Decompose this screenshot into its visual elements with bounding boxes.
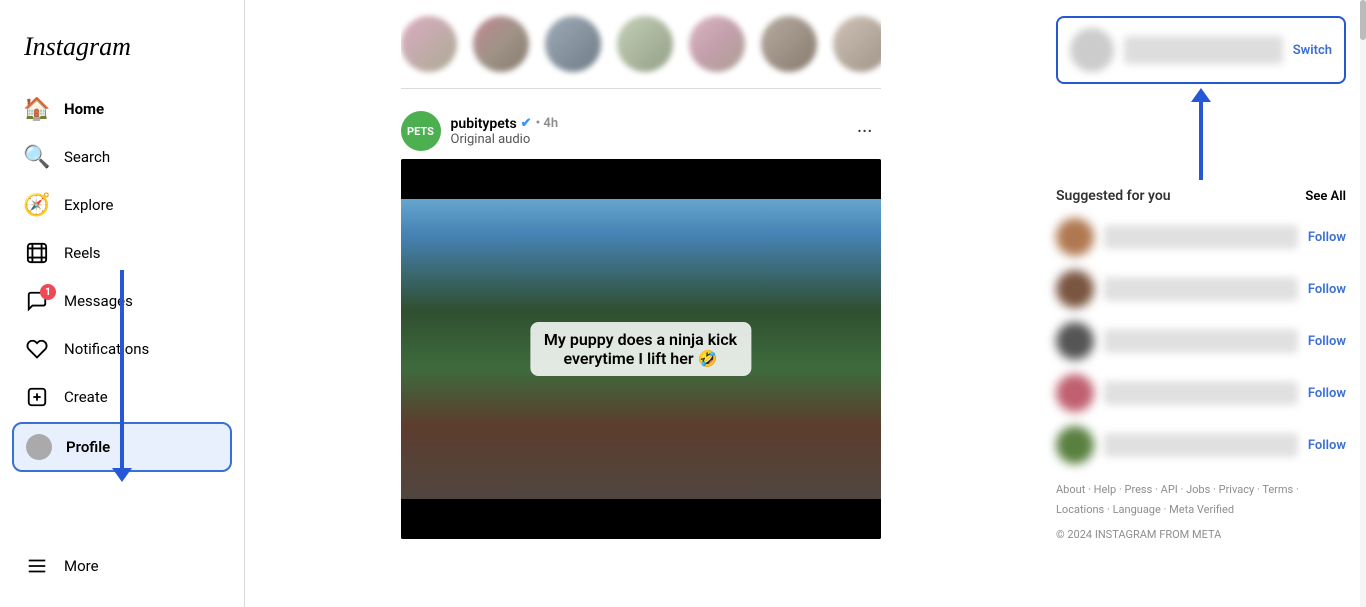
story-bubble[interactable] [617,16,673,72]
footer-link[interactable]: About [1056,483,1085,496]
sidebar-item-home-label: Home [64,100,104,118]
footer-copyright: © 2024 INSTAGRAM FROM META [1056,528,1346,541]
suggested-item: Follow [1056,374,1346,412]
story-bubble[interactable] [761,16,817,72]
sidebar-item-search-label: Search [64,148,110,166]
follow-button[interactable]: Follow [1308,438,1346,453]
main-feed: PETS pubitypets ✔ • 4h Original audio ··… [245,0,1036,607]
current-user-avatar [1070,28,1114,72]
post-subtitle: Original audio [451,132,559,147]
story-bubble[interactable] [401,16,457,72]
footer-link[interactable]: Locations [1056,503,1104,516]
sidebar-item-home[interactable]: 🏠 Home [12,86,232,132]
footer-link[interactable]: Terms [1262,483,1293,496]
switch-button[interactable]: Switch [1293,43,1332,58]
post-avatar: PETS [401,111,441,151]
story-bubble[interactable] [545,16,601,72]
suggested-item: Follow [1056,270,1346,308]
messages-badge: 1 [40,284,56,300]
follow-button[interactable]: Follow [1308,282,1346,297]
current-user-info [1124,36,1283,64]
suggested-avatar [1056,270,1094,308]
footer-link[interactable]: API [1161,483,1178,496]
avatar [26,434,52,460]
sidebar-item-more[interactable]: More [12,543,232,589]
suggested-title: Suggested for you [1056,188,1171,204]
suggested-user-info [1104,329,1298,353]
suggested-item: Follow [1056,426,1346,464]
suggested-avatar [1056,374,1094,412]
sidebar-item-more-label: More [64,557,99,575]
post: PETS pubitypets ✔ • 4h Original audio ··… [401,101,881,539]
footer-link[interactable]: Help [1094,483,1117,496]
see-all-button[interactable]: See All [1305,189,1346,204]
right-panel: Switch Suggested for you See All Follow … [1036,0,1366,607]
follow-button[interactable]: Follow [1308,334,1346,349]
suggested-user-info [1104,225,1298,249]
notifications-icon [24,336,50,362]
sidebar: Instagram 🏠 Home 🔍 Search 🧭 Explore Reel… [0,0,245,607]
scrollbar-thumb[interactable] [1360,0,1366,40]
sidebar-item-explore-label: Explore [64,196,114,214]
annotation-arrow-up [1056,100,1346,180]
post-header-left: PETS pubitypets ✔ • 4h Original audio [401,111,559,151]
current-user-row: Switch [1056,16,1346,84]
home-icon: 🏠 [24,96,50,122]
post-header: PETS pubitypets ✔ • 4h Original audio ··… [401,101,881,159]
footer-link[interactable]: Privacy [1219,483,1255,496]
suggested-user-info [1104,433,1298,457]
suggested-header: Suggested for you See All [1056,188,1346,204]
suggested-item: Follow [1056,322,1346,360]
scrollbar-track[interactable] [1360,0,1366,607]
footer-link[interactable]: Language [1113,503,1161,516]
sidebar-item-explore[interactable]: 🧭 Explore [12,182,232,228]
suggested-avatar [1056,218,1094,256]
more-icon [24,553,50,579]
story-bubble[interactable] [689,16,745,72]
post-time: • 4h [536,116,559,131]
verified-icon: ✔ [521,116,532,131]
annotation-arrow-up-line [1199,100,1203,180]
search-icon: 🔍 [24,144,50,170]
follow-button[interactable]: Follow [1308,386,1346,401]
suggested-item: Follow [1056,218,1346,256]
sidebar-item-profile-label: Profile [66,438,110,456]
footer-links: About · Help · Press · API · Jobs · Priv… [1056,480,1346,520]
follow-button[interactable]: Follow [1308,230,1346,245]
post-options-button[interactable]: ··· [849,115,881,147]
post-overlay-text: My puppy does a ninja kickeverytime I li… [530,322,751,376]
post-image[interactable]: My puppy does a ninja kickeverytime I li… [401,159,881,539]
suggested-avatar [1056,426,1094,464]
footer-link[interactable]: Jobs [1186,483,1210,496]
post-user-info: pubitypets ✔ • 4h Original audio [451,116,559,147]
explore-icon: 🧭 [24,192,50,218]
post-username: pubitypets ✔ • 4h [451,116,559,132]
suggested-user-info [1104,381,1298,405]
suggested-avatar [1056,322,1094,360]
reels-icon [24,240,50,266]
stories-bar [401,0,881,89]
create-icon [24,384,50,410]
suggested-user-info [1104,277,1298,301]
instagram-logo[interactable]: Instagram [12,16,232,86]
sidebar-item-create-label: Create [64,388,108,406]
footer-link[interactable]: Meta Verified [1169,503,1234,516]
story-bubble[interactable] [833,16,881,72]
annotation-arrow-down [120,270,124,470]
sidebar-item-search[interactable]: 🔍 Search [12,134,232,180]
footer-link[interactable]: Press [1125,483,1153,496]
sidebar-item-notifications-label: Notifications [64,340,149,358]
sidebar-item-reels-label: Reels [64,244,101,262]
story-bubble[interactable] [473,16,529,72]
